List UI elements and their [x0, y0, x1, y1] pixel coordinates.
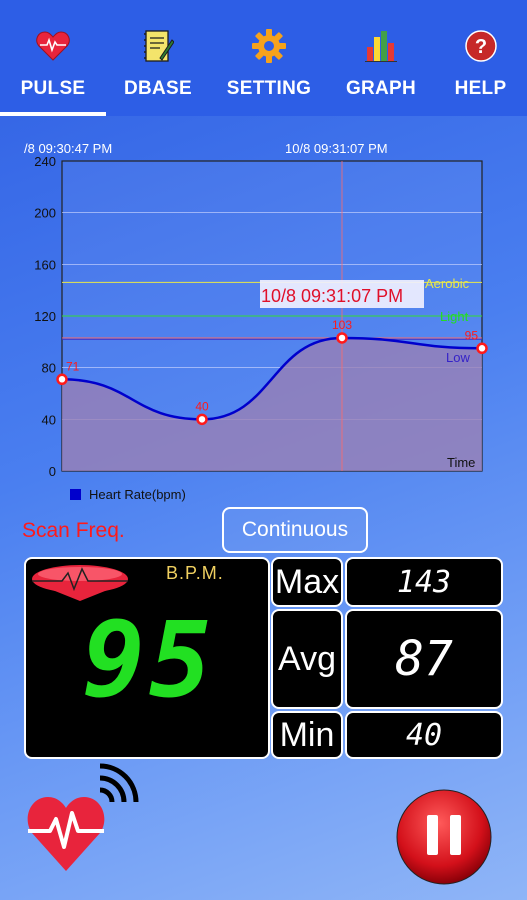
tab-label: PULSE [20, 78, 86, 99]
legend-label: Heart Rate(bpm) [89, 487, 186, 502]
tab-pulse[interactable]: PULSE [0, 0, 106, 116]
tooltip: 10/8 09:31:07 PM [260, 280, 424, 308]
bpm-panel: B.P.M. 95 [24, 557, 270, 759]
y-tick-label: 40 [42, 412, 56, 427]
top-nav: PULSE DBASE SETTING GRAPH ? HELP [0, 0, 527, 116]
tab-label: HELP [454, 78, 507, 99]
tab-setting[interactable]: SETTING [210, 0, 328, 116]
max-value: 143 [345, 557, 503, 607]
tab-dbase[interactable]: DBASE [106, 0, 210, 116]
tab-help[interactable]: ? HELP [434, 0, 527, 116]
zone-label-low: Low [446, 350, 470, 365]
bpm-value: 95 [82, 599, 216, 721]
max-label: Max [271, 557, 343, 607]
legend-swatch [70, 489, 81, 500]
chart-svg: /8 09:30:47 PM 10/8 09:31:07 PM 04080120… [24, 141, 488, 502]
active-tab-indicator [0, 112, 106, 116]
y-tick-label: 200 [34, 206, 56, 221]
gear-icon [249, 26, 289, 66]
min-value: 40 [345, 711, 503, 759]
zone-label-light: Light [440, 309, 469, 324]
continuous-mode-button[interactable]: Continuous [222, 507, 368, 553]
y-tick-label: 160 [34, 257, 56, 272]
tab-label: DBASE [123, 78, 192, 99]
tab-graph[interactable]: GRAPH [328, 0, 434, 116]
y-tick-label: 120 [34, 309, 56, 324]
pause-button[interactable] [396, 789, 492, 885]
svg-text:?: ? [474, 36, 486, 58]
heart-rate-chart[interactable]: /8 09:30:47 PM 10/8 09:31:07 PM 0 40 80 120… [16, 130, 510, 510]
data-point [336, 332, 348, 344]
tooltip-text: 10/8 09:31:07 PM [261, 286, 403, 306]
heart-monitor-icon[interactable] [26, 793, 106, 873]
bpm-label: B.P.M. [166, 563, 224, 583]
heart-icon [33, 26, 73, 66]
data-point-label: 40 [195, 399, 209, 413]
avg-label: Avg [271, 609, 343, 709]
pause-icon [396, 789, 492, 885]
tab-label: SETTING [226, 78, 312, 99]
data-point-label: 103 [332, 318, 352, 332]
notebook-icon [138, 26, 178, 66]
x-axis-label: Time [447, 455, 475, 470]
data-point [56, 373, 68, 386]
min-label: Min [271, 711, 343, 759]
y-tick-label: 0 [49, 464, 56, 479]
avg-value: 87 [345, 609, 503, 709]
heart-banner-icon [32, 565, 128, 601]
help-icon: ? [461, 26, 501, 66]
zone-label-aerobic: Aerobic [425, 276, 470, 291]
data-point-label: 95 [465, 328, 479, 342]
data-point [196, 413, 208, 426]
scan-freq-label: Scan Freq. [22, 519, 125, 542]
data-point-label: 71 [66, 359, 80, 373]
bar-chart-icon [361, 26, 401, 66]
y-tick-label: 80 [42, 361, 56, 376]
tab-label: GRAPH [345, 78, 417, 99]
y-tick-label: 240 [34, 154, 56, 169]
time-right-label: 10/8 09:31:07 PM [285, 141, 388, 156]
data-point [476, 342, 488, 355]
